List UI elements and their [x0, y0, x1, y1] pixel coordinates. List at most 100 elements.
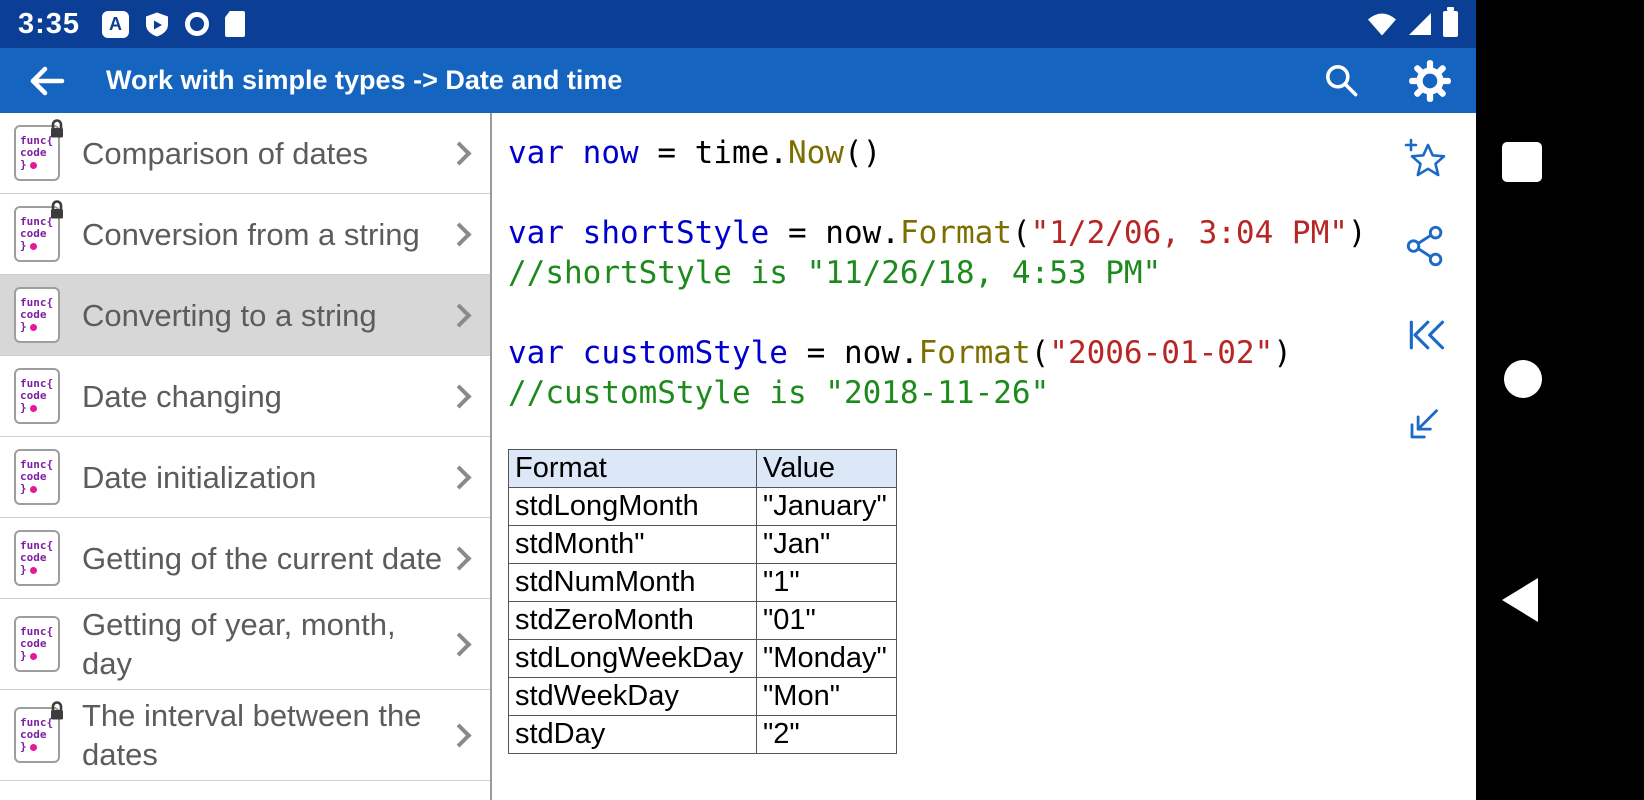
android-screen: 3:35 A Work with simple types -> Date an…: [0, 0, 1644, 800]
star-plus-icon: [1404, 138, 1446, 177]
func-code-icon: func{ code }: [14, 616, 60, 672]
func-icon-line3: }: [20, 321, 58, 333]
table-row: stdMonth" "Jan": [508, 525, 897, 564]
notification-icons: A: [102, 10, 246, 38]
page-title: Work with simple types -> Date and time: [106, 65, 623, 95]
value-cell: "01": [756, 601, 897, 640]
chevron-right-icon: [447, 722, 472, 748]
lock-icon: [49, 119, 65, 144]
chevron-right-icon: [447, 383, 472, 409]
magenta-dot: [29, 652, 37, 660]
table-row: stdWeekDay "Mon": [508, 677, 897, 716]
func-code-icon: func{ code }: [14, 449, 60, 505]
func-icon-line3: }: [20, 650, 58, 662]
search-icon: [1326, 64, 1358, 96]
lesson-content: var now = time.Now() var shortStyle = no…: [492, 113, 1476, 800]
chevron-right-icon: [447, 140, 472, 166]
skip-to-start-button[interactable]: [1402, 311, 1450, 359]
sidebar-item-label: Converting to a string: [82, 297, 377, 333]
chevron-right-icon: [447, 631, 472, 657]
clock: 3:35: [18, 7, 81, 40]
value-cell: "January": [756, 487, 897, 526]
value-cell: "Monday": [756, 639, 897, 678]
chevron-right-icon: [447, 302, 472, 328]
sidebar-item-label: Comparison of dates: [82, 135, 369, 171]
column-header-format: Format: [508, 449, 757, 488]
format-cell: stdMonth": [508, 525, 757, 564]
func-icon-line3: }: [20, 159, 58, 171]
sidebar-item[interactable]: func{ code } Converting to a string: [0, 275, 490, 356]
func-icon-line3: }: [20, 564, 58, 576]
app-window: 3:35 A Work with simple types -> Date an…: [0, 0, 1476, 800]
chevron-right-icon: [447, 464, 472, 490]
home-button[interactable]: [1504, 360, 1542, 398]
sim-card-icon: [225, 11, 246, 37]
skip-to-start-icon: [1409, 320, 1445, 350]
share-icon: [1406, 225, 1443, 267]
translate-icon: A: [102, 10, 130, 38]
chevron-right-icon: [447, 545, 472, 571]
value-cell: "Mon": [756, 677, 897, 716]
sidebar-item[interactable]: func{ code } The interval between the da…: [0, 690, 490, 781]
sidebar-item-label: Getting of the current date: [82, 540, 443, 576]
cell-signal-icon: [1409, 13, 1431, 35]
magenta-dot: [29, 161, 37, 169]
table-row: stdLongWeekDay "Monday": [508, 639, 897, 678]
system-status-icons: [1367, 7, 1458, 37]
magenta-dot: [29, 743, 37, 751]
value-cell: "1": [756, 563, 897, 602]
sidebar-item[interactable]: func{ code } Conversion from a string: [0, 194, 490, 275]
wifi-icon: [1368, 13, 1396, 35]
magenta-dot: [29, 566, 37, 574]
sidebar-item[interactable]: func{ code } Getting of the current date: [0, 518, 490, 599]
table-row: stdZeroMonth "01": [508, 601, 897, 640]
scroll-to-end-button[interactable]: [1402, 399, 1450, 447]
sidebar-item[interactable]: func{ code } Date initialization: [0, 437, 490, 518]
arrow-down-left-icon: [1410, 409, 1438, 439]
format-cell: stdLongMonth: [508, 487, 757, 526]
table-row: stdNumMonth "1": [508, 563, 897, 602]
lock-icon: [49, 701, 65, 726]
back-arrow-icon: [30, 66, 65, 95]
back-nav-button[interactable]: [1502, 578, 1538, 622]
search-button[interactable]: [1314, 53, 1370, 109]
sidebar-item[interactable]: func{ code } Comparison of dates: [0, 113, 490, 194]
magenta-dot: [29, 485, 37, 493]
sidebar-item-label: Date changing: [82, 378, 282, 414]
column-header-value: Value: [756, 449, 897, 488]
func-icon-line3: }: [20, 402, 58, 414]
code-sample: var now = time.Now() var shortStyle = no…: [508, 135, 1367, 411]
add-favorite-button[interactable]: [1402, 135, 1450, 183]
body: func{ code } Comparison of dates func{c…: [0, 113, 1476, 800]
app-bar: Work with simple types -> Date and time: [0, 48, 1476, 113]
lock-icon: [49, 200, 65, 225]
sidebar-item[interactable]: func{ code } Date changing: [0, 356, 490, 437]
share-button[interactable]: [1402, 223, 1450, 271]
android-nav-bar: [1476, 0, 1644, 800]
ring-app-icon: [185, 12, 210, 36]
magenta-dot: [29, 242, 37, 250]
sidebar-item-label: Conversion from a string: [82, 216, 420, 252]
table-header-row: Format Value: [508, 449, 897, 488]
settings-button[interactable]: [1402, 53, 1458, 109]
func-code-icon: func{ code }: [14, 200, 63, 262]
value-cell: "2": [756, 715, 897, 754]
func-code-icon: func{ code }: [14, 119, 63, 181]
format-cell: stdLongWeekDay: [508, 639, 757, 678]
format-cell: stdDay: [508, 715, 757, 754]
action-toolbar: [1402, 135, 1450, 447]
table-row: stdDay "2": [508, 715, 897, 754]
chevron-right-icon: [447, 221, 472, 247]
battery-icon: [1443, 7, 1458, 37]
sidebar-item[interactable]: func{ code } Getting of year, month, day: [0, 599, 490, 690]
func-icon-line3: }: [20, 240, 58, 252]
magenta-dot: [29, 404, 37, 412]
format-cell: stdWeekDay: [508, 677, 757, 716]
table-body: stdLongMonth "January" stdMonth" "Jan" s…: [508, 487, 897, 754]
back-button[interactable]: [18, 53, 74, 109]
magenta-dot: [29, 323, 37, 331]
recents-button[interactable]: [1502, 142, 1542, 182]
func-code-icon: func{ code }: [14, 701, 63, 763]
table-row: stdLongMonth "January": [508, 487, 897, 526]
format-reference-table: Format Value stdLongMonth "January" stdM…: [508, 449, 897, 754]
